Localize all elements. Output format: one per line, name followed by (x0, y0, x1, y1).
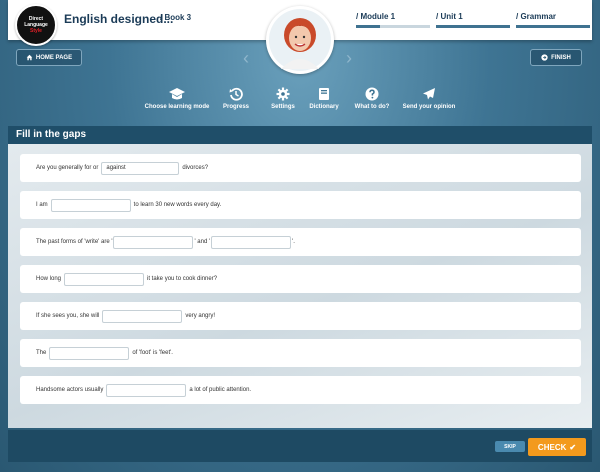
paper-plane-icon (423, 88, 435, 100)
toolbar: Choose learning mode Progress Settings D… (0, 86, 600, 116)
exercise-row-4: How long it take you to cook dinner? (20, 265, 581, 293)
gap-6-input[interactable] (49, 346, 130, 360)
row-6-after: of 'foot' is 'feet'. (132, 350, 173, 356)
logo-line-3: Style (30, 28, 42, 34)
tool-what-to-do-label: What to do? (354, 104, 390, 110)
row-7-before: Handsome actors usually (36, 387, 104, 393)
book-icon (319, 88, 329, 100)
gap-4-input[interactable] (64, 272, 145, 286)
tool-learning-mode-label: Choose learning mode (144, 104, 210, 110)
tool-dictionary[interactable]: Dictionary (309, 86, 339, 110)
row-7-after: a lot of public attention. (189, 387, 252, 393)
gap-7-input[interactable] (106, 383, 187, 397)
question-icon (365, 87, 379, 101)
row-1-before: Are you generally for or (36, 165, 99, 171)
tool-what-to-do[interactable]: What to do? (352, 86, 392, 110)
bottom-bar: SKIP CHECK ✔ (8, 430, 592, 462)
exercise-row-1: Are you generally for or against divorce… (20, 154, 581, 182)
section-progress-fill (516, 25, 590, 28)
graduation-cap-icon (169, 88, 185, 100)
tool-progress-label: Progress (222, 104, 249, 110)
exercise-row-7: Handsome actors usually a lot of public … (20, 376, 581, 404)
tool-progress[interactable]: Progress (222, 86, 250, 110)
tool-settings[interactable]: Settings (270, 86, 296, 110)
check-button[interactable]: CHECK ✔ (528, 438, 586, 456)
check-label: CHECK (537, 442, 567, 452)
module-progress-fill (356, 25, 381, 28)
row-5-before: If she sees you, she will (36, 313, 100, 319)
home-page-button[interactable]: HOME PAGE (16, 49, 82, 66)
breadcrumb-unit[interactable]: / Unit 1 (436, 12, 463, 21)
exercise-row-3: The past forms of 'write' are ' ' and ' … (20, 228, 581, 256)
gap-5-input[interactable] (102, 309, 183, 323)
finish-arrow-icon (541, 54, 548, 61)
row-2-before: I am (36, 202, 48, 208)
tool-dictionary-label: Dictionary (309, 104, 339, 110)
breadcrumb-section[interactable]: / Grammar (516, 12, 556, 21)
exercise-row-2: I am to learn 30 new words every day. (20, 191, 581, 219)
exercise-row-6: The of 'foot' is 'feet'. (20, 339, 581, 367)
course-title: English designed... (64, 12, 174, 26)
row-6-before: The (36, 350, 47, 356)
tool-settings-label: Settings (271, 104, 295, 110)
tool-learning-mode[interactable]: Choose learning mode (144, 86, 210, 110)
row-1-after: divorces? (182, 165, 209, 171)
home-page-label: HOME PAGE (35, 54, 73, 61)
row-3-before: The past forms of 'write' are ' (36, 239, 113, 245)
row-5-after: very angry! (185, 313, 216, 319)
exercise-title: Fill in the gaps (8, 126, 592, 144)
book-label: / Book 3 (160, 13, 192, 22)
gap-3a-input[interactable] (113, 235, 194, 249)
gear-icon (276, 87, 290, 101)
row-2-after: to learn 30 new words every day. (133, 202, 222, 208)
teacher-portrait-icon (269, 9, 331, 71)
row-4-before: How long (36, 276, 62, 282)
exercise-row-5: If she sees you, she will very angry! (20, 302, 581, 330)
exercise-panel: Are you generally for or against divorce… (8, 144, 592, 428)
skip-button[interactable]: SKIP (495, 441, 525, 452)
unit-progress-fill (436, 25, 510, 28)
row-3-after: '. (292, 239, 295, 245)
tool-send-opinion[interactable]: Send your opinion (402, 86, 456, 110)
prev-arrow-icon[interactable]: ‹ (243, 48, 249, 69)
gap-2-input[interactable] (50, 198, 131, 212)
checkmark-icon: ✔ (569, 442, 577, 452)
brand-logo[interactable]: Direct Language Style (15, 4, 57, 46)
history-icon (229, 87, 243, 101)
teacher-avatar (266, 6, 334, 74)
row-3-middle: ' and ' (194, 239, 211, 245)
breadcrumb-module[interactable]: / Module 1 (356, 12, 395, 21)
tool-send-opinion-label: Send your opinion (402, 104, 456, 110)
row-4-after: it take you to cook dinner? (147, 276, 218, 282)
module-progress-bar (356, 25, 430, 28)
next-arrow-icon[interactable]: › (346, 48, 352, 69)
gap-3b-input[interactable] (211, 235, 292, 249)
finish-label: FINISH (551, 54, 571, 61)
section-progress-bar (516, 25, 590, 28)
gap-1-input[interactable]: against (101, 161, 180, 175)
finish-button[interactable]: FINISH (530, 49, 582, 66)
home-icon (26, 54, 33, 61)
unit-progress-bar (436, 25, 510, 28)
